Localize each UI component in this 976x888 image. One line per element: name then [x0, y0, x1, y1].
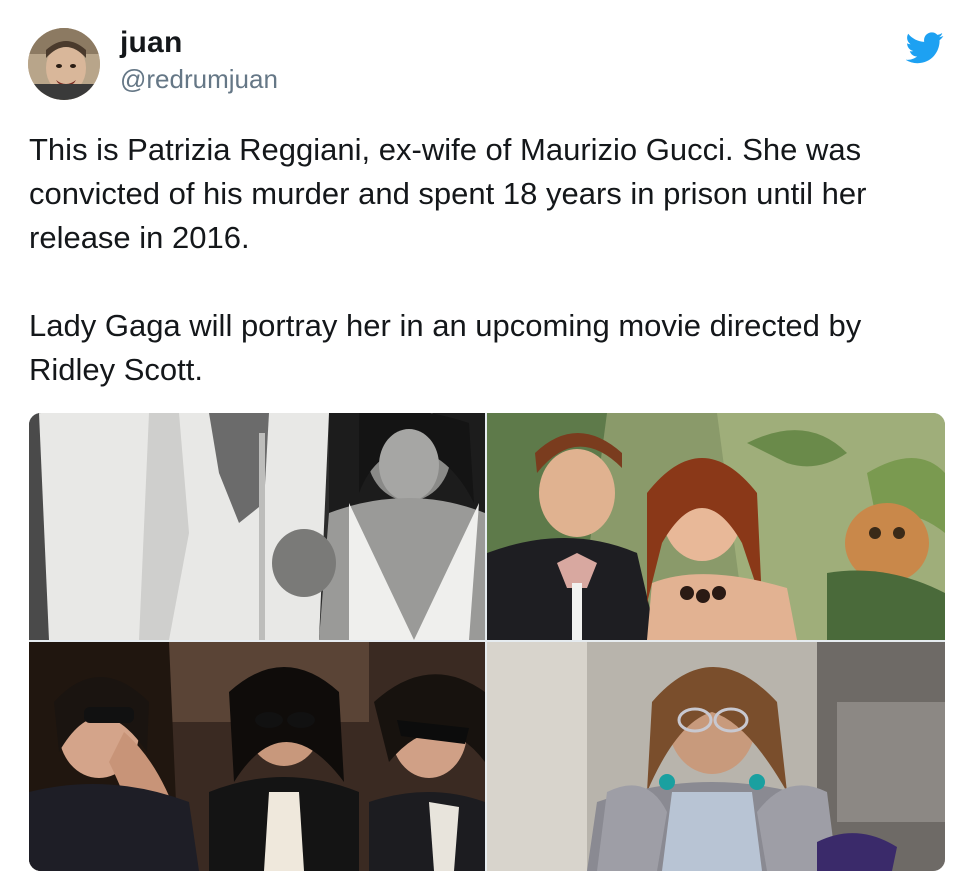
- twitter-bird-icon[interactable]: [905, 32, 944, 64]
- media-grid: [29, 413, 945, 871]
- photo-2[interactable]: [487, 413, 945, 640]
- user-handle[interactable]: @redrumjuan: [120, 64, 278, 95]
- photo-3[interactable]: [29, 642, 485, 871]
- avatar[interactable]: [28, 28, 100, 100]
- display-name[interactable]: juan: [120, 26, 182, 60]
- photo-1[interactable]: [29, 413, 485, 640]
- tweet-card: juan @redrumjuan This is Patrizia Reggia…: [0, 0, 976, 888]
- photo-4[interactable]: [487, 642, 945, 871]
- tweet-text: This is Patrizia Reggiani, ex-wife of Ma…: [29, 132, 867, 387]
